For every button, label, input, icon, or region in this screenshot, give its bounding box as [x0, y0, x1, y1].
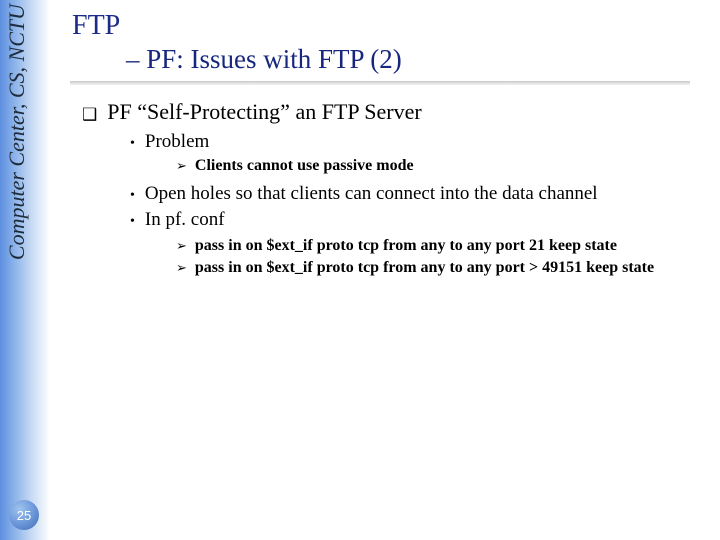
- bullet-list: ❑ PF “Self-Protecting” an FTP Server • P…: [72, 99, 700, 277]
- dot-bullet-icon: •: [130, 188, 135, 204]
- bullet-lvl2-openholes-text: Open holes so that clients can connect i…: [145, 183, 598, 205]
- bullet-lvl3-rule1-text: pass in on $ext_if proto tcp from any to…: [195, 237, 617, 255]
- bullet-lvl2-problem-text: Problem: [145, 131, 209, 153]
- heading-divider: [70, 81, 690, 85]
- sidebar-org-label: Computer Center, CS, NCTU: [4, 4, 30, 260]
- triangle-bullet-icon: ➢: [176, 158, 187, 174]
- triangle-bullet-icon: ➢: [176, 238, 187, 254]
- bullet-lvl3-rule2-text: pass in on $ext_if proto tcp from any to…: [195, 259, 654, 277]
- bullet-lvl2-problem: • Problem: [130, 131, 700, 153]
- dot-bullet-icon: •: [130, 214, 135, 230]
- bullet-lvl3-passive-text: Clients cannot use passive mode: [195, 157, 414, 175]
- sidebar-gradient: Computer Center, CS, NCTU 25: [0, 0, 50, 540]
- square-bullet-icon: ❑: [82, 105, 97, 125]
- page-number-badge: 25: [9, 500, 39, 530]
- page-number: 25: [17, 508, 31, 523]
- triangle-bullet-icon: ➢: [176, 260, 187, 276]
- bullet-lvl2-pfconf: • In pf. conf: [130, 209, 700, 231]
- bullet-lvl1-text: PF “Self-Protecting” an FTP Server: [107, 99, 421, 125]
- dot-bullet-icon: •: [130, 136, 135, 152]
- bullet-lvl3-rule1: ➢ pass in on $ext_if proto tcp from any …: [176, 237, 700, 255]
- bullet-lvl1: ❑ PF “Self-Protecting” an FTP Server: [82, 99, 700, 125]
- bullet-lvl2-openholes: • Open holes so that clients can connect…: [130, 183, 700, 205]
- slide-content: FTP – PF: Issues with FTP (2) ❑ PF “Self…: [72, 10, 700, 277]
- bullet-lvl3-passive: ➢ Clients cannot use passive mode: [176, 157, 700, 175]
- bullet-lvl3-rule2: ➢ pass in on $ext_if proto tcp from any …: [176, 259, 700, 277]
- heading-subtitle: – PF: Issues with FTP (2): [126, 44, 700, 75]
- heading-main: FTP: [72, 10, 700, 42]
- bullet-lvl2-pfconf-text: In pf. conf: [145, 209, 225, 231]
